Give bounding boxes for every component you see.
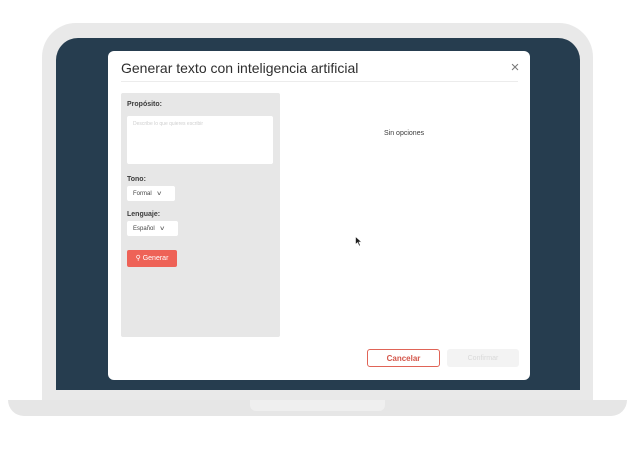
laptop-notch [250,400,385,411]
confirm-button[interactable]: Confirmar [447,349,519,367]
purpose-input[interactable] [127,116,273,164]
generate-button-label: Generar [142,255,169,262]
empty-results-text: Sin opciones [384,130,425,137]
generate-button[interactable]: ⚲ Generar [127,250,177,267]
modal-title: Generar texto con inteligencia artificia… [121,60,359,76]
chevron-down-icon: ∨ [155,190,162,197]
language-select-value: Español [133,225,155,232]
tone-select[interactable]: Formal ∨ [127,186,175,201]
close-icon[interactable]: × [508,60,522,75]
mouse-pointer-icon [355,236,363,247]
form-panel: Propósito: Tono: Formal ∨ Lenguaje: Espa… [121,93,280,337]
header-divider [121,81,518,82]
tone-select-value: Formal [133,190,152,197]
cancel-button[interactable]: Cancelar [367,349,440,367]
language-select[interactable]: Español ∨ [127,221,178,236]
purpose-label: Propósito: [127,101,162,108]
tone-label: Tono: [127,176,146,183]
language-label: Lenguaje: [127,211,161,218]
chevron-down-icon: ∨ [158,225,165,232]
ai-text-modal: Generar texto con inteligencia artificia… [108,51,530,380]
magic-wand-icon: ⚲ [135,255,141,262]
